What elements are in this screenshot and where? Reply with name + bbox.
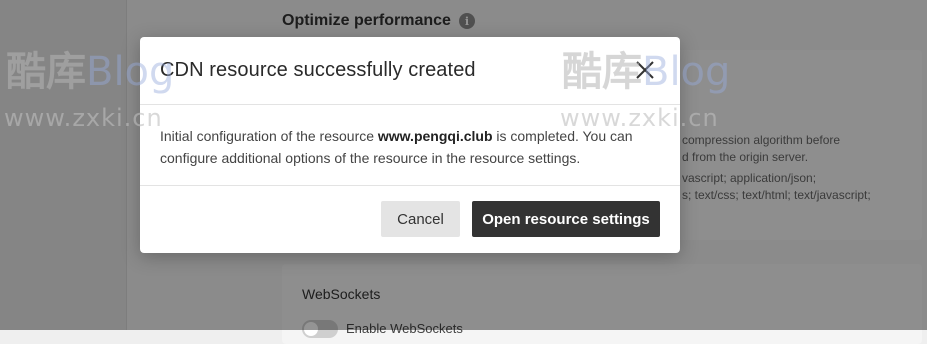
dialog-header: CDN resource successfully created	[140, 37, 680, 105]
resource-name: www.pengqi.club	[377, 128, 493, 144]
open-resource-settings-button[interactable]: Open resource settings	[472, 201, 660, 237]
dialog-body: Initial configuration of the resource ww…	[140, 105, 680, 186]
success-dialog: CDN resource successfully created Initia…	[140, 37, 680, 253]
cancel-button[interactable]: Cancel	[381, 201, 460, 237]
dialog-message-prefix: Initial configuration of the resource	[160, 128, 378, 144]
dialog-title: CDN resource successfully created	[160, 59, 476, 81]
close-icon-glyph	[636, 61, 654, 79]
dialog-message: Initial configuration of the resource ww…	[160, 125, 660, 169]
close-icon[interactable]	[632, 57, 658, 83]
